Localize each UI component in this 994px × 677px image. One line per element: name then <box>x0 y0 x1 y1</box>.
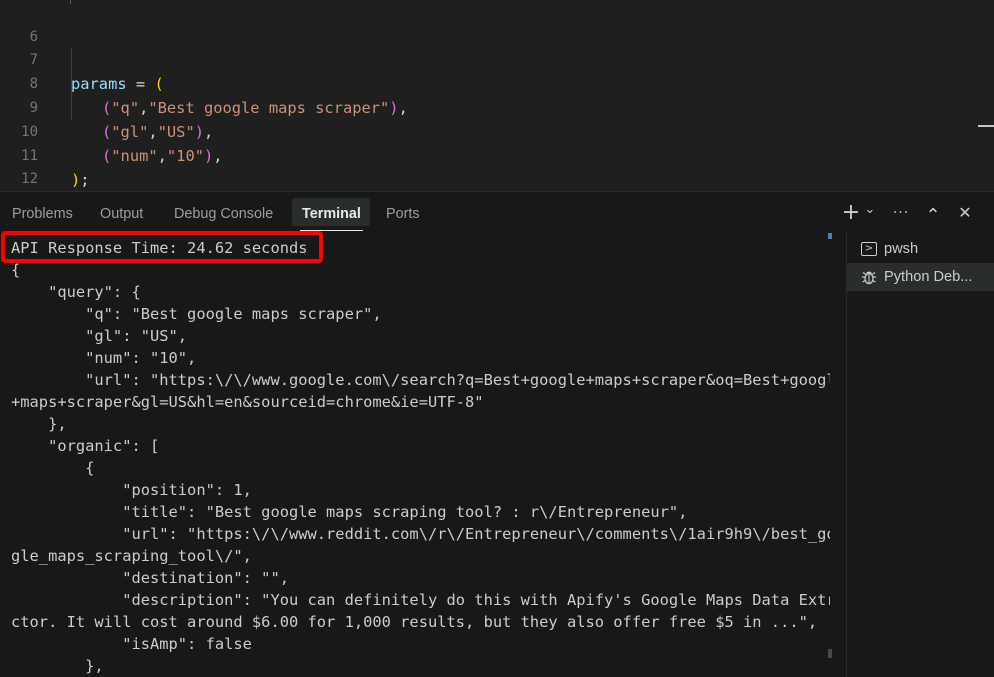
terminal-line: "description": "You can definitely do th… <box>11 591 830 609</box>
terminal-line: "isAmp": false <box>11 635 252 653</box>
terminal-line: ctor. It will cost around $6.00 for 1,00… <box>11 613 818 631</box>
tab-ports[interactable]: Ports <box>384 203 422 225</box>
terminal-line: "position": 1, <box>11 481 252 499</box>
terminal-line: "query": { <box>11 283 141 301</box>
more-actions-icon[interactable]: ··· <box>888 201 914 225</box>
highlight-annotation-box <box>1 231 323 263</box>
code-line[interactable]: 12 <box>0 143 38 187</box>
terminal-line: "gl": "US", <box>11 327 188 345</box>
terminal-list: > pwsh Python Deb... <box>846 232 994 677</box>
terminal-line: +maps+scraper&gl=US&hl=en&sourceid=chrom… <box>11 393 484 411</box>
terminal-line: "num": "10", <box>11 349 197 367</box>
terminal-line: }, <box>11 657 104 675</box>
tab-terminal[interactable]: Terminal <box>300 203 363 231</box>
terminal-list-item-pwsh[interactable]: > pwsh <box>847 235 994 263</box>
indent-guide <box>70 0 71 4</box>
terminal-output[interactable]: API Response Time: 24.62 seconds { "quer… <box>0 232 830 677</box>
bottom-panel: Problems Output Debug Console Terminal P… <box>0 191 994 677</box>
scrollbar-marker <box>828 233 832 239</box>
close-panel-icon[interactable]: ✕ <box>955 201 975 225</box>
terminal-line: "title": "Best google maps scraping tool… <box>11 503 688 521</box>
minimap-cursor-mark <box>978 125 994 127</box>
code-line[interactable]: 6 <box>0 1 38 45</box>
tab-debug-console[interactable]: Debug Console <box>172 203 275 225</box>
code-text: ("num","10"), <box>102 147 223 165</box>
maximize-panel-icon[interactable]: ⌃ <box>923 204 943 228</box>
terminal-line: "destination": "", <box>11 569 289 587</box>
tab-problems[interactable]: Problems <box>10 203 75 225</box>
code-editor[interactable]: 6 7 params = ( 8 ("q","Best google maps … <box>0 0 994 191</box>
code-line[interactable]: 13 start_time = time.time() <box>0 167 37 191</box>
terminal-line: { <box>11 459 95 477</box>
code-line[interactable]: 7 params = ( <box>0 24 164 93</box>
terminal-icon: > <box>859 235 879 263</box>
terminal-line: "organic": [ <box>11 437 160 455</box>
debug-bug-icon <box>859 263 879 291</box>
new-terminal-icon[interactable]: + <box>841 201 861 225</box>
code-line[interactable]: 8 ("q","Best google maps scraper"), <box>0 48 408 117</box>
code-line[interactable]: 10 ("num","10"), <box>0 96 222 165</box>
code-text: ); <box>71 171 90 189</box>
terminal-list-item-label: pwsh <box>884 241 919 257</box>
code-line[interactable]: 11 ); <box>0 120 89 189</box>
terminal-line: "url": "https:\/\/www.reddit.com\/r\/Ent… <box>11 525 830 543</box>
code-line[interactable]: 9 ("gl","US"), <box>0 72 214 141</box>
panel-tab-bar: Problems Output Debug Console Terminal P… <box>0 192 994 232</box>
terminal-list-item-python-debug[interactable]: Python Deb... <box>847 263 994 291</box>
chevron-down-icon[interactable]: ⌄ <box>863 198 877 222</box>
scrollbar-thumb[interactable] <box>828 649 832 658</box>
code-text: ("q","Best google maps scraper"), <box>102 99 408 117</box>
terminal-list-item-label: Python Deb... <box>884 269 973 285</box>
code-text: params = ( <box>71 75 164 93</box>
terminal-line: gle_maps_scraping_tool\/", <box>11 547 252 565</box>
tab-output[interactable]: Output <box>98 203 145 225</box>
code-text: ("gl","US"), <box>102 123 214 141</box>
terminal-line: "url": "https:\/\/www.google.com\/search… <box>11 371 830 389</box>
terminal-line: }, <box>11 415 67 433</box>
terminal-line: "q": "Best google maps scraper", <box>11 305 382 323</box>
